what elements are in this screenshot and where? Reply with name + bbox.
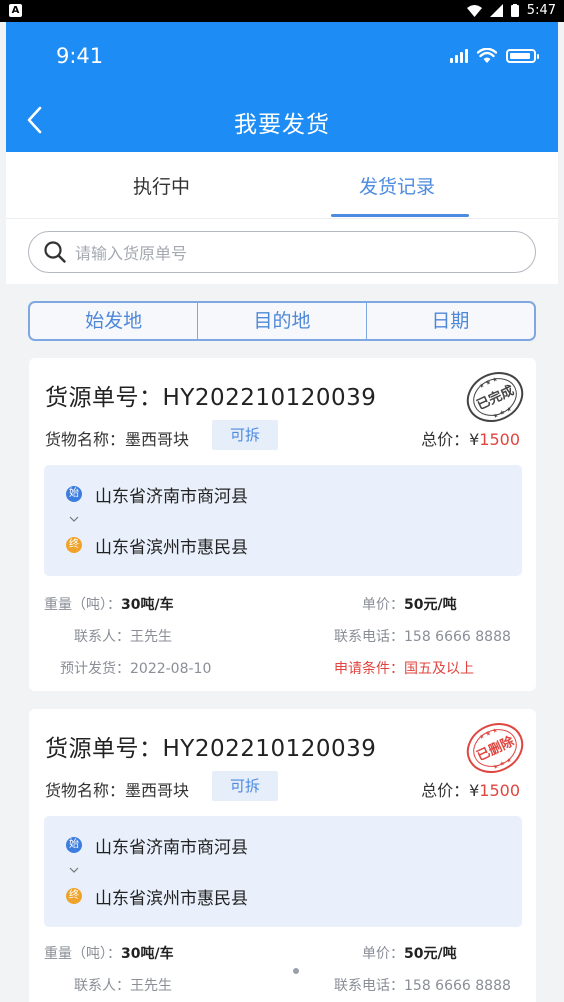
scroll-indicator [293, 968, 299, 974]
contact-phone[interactable]: 联系电话：158 6666 8888 [334, 975, 511, 995]
search-placeholder: 请输入货原单号 [75, 244, 188, 263]
page-title: 我要发货 [234, 112, 330, 138]
shipment-card[interactable]: 货源单号：HY202210120039 已删除 ★ ★ ★ ★ ★ ★ 货物名称… [29, 709, 536, 1002]
weight: 重量（吨）：30吨/车 [44, 597, 174, 613]
contact-person: 联系人：王先生 [74, 629, 172, 645]
destination-badge-icon: 终 [66, 888, 82, 904]
origin-badge-icon: 始 [66, 837, 82, 853]
wifi-icon [466, 4, 482, 17]
ios-clock: 9:41 [56, 44, 104, 68]
search-icon [44, 241, 66, 263]
android-clock: 5:47 [526, 3, 556, 18]
signal-icon [450, 49, 468, 63]
detachable-tag: 可拆 [212, 420, 278, 450]
estimated-shipping: 预计发货：2022-08-10 [60, 661, 212, 677]
battery-icon [510, 4, 519, 17]
goods-name: 货物名称：墨西哥块 [45, 430, 190, 449]
route-box: 始 山东省济南市商河县 终 山东省滨州市惠民县 [44, 465, 522, 576]
notification-app-icon: A [9, 4, 22, 17]
route-destination: 山东省滨州市惠民县 [95, 538, 248, 558]
route-destination: 山东省滨州市惠民县 [95, 889, 248, 909]
ios-status-icons [450, 48, 539, 63]
chevron-down-icon [69, 516, 79, 522]
cargo-number: 货源单号：HY202210120039 [45, 385, 377, 411]
tab-in-progress[interactable]: 执行中 [133, 172, 190, 199]
android-status-icons: 5:47 [466, 3, 556, 18]
cargo-number: 货源单号：HY202210120039 [45, 736, 377, 762]
weight: 重量（吨）：30吨/车 [44, 946, 174, 962]
deleted-stamp-icon: 已删除 ★ ★ ★ ★ ★ ★ [466, 723, 524, 773]
contact-phone[interactable]: 联系电话：158 6666 8888 [334, 626, 511, 646]
completed-stamp-icon: 已完成 ★ ★ ★ ★ ★ ★ [466, 372, 524, 422]
tab-bar: 执行中 发货记录 [6, 152, 558, 218]
total-price: 总价：¥1500 [421, 781, 520, 800]
apply-condition: 申请条件：国五及以上 [334, 661, 474, 677]
shipment-card[interactable]: 货源单号：HY202210120039 已完成 ★ ★ ★ ★ ★ ★ 货物名称… [29, 358, 536, 691]
route-box: 始 山东省济南市商河县 终 山东省滨州市惠民县 [44, 816, 522, 927]
detachable-tag: 可拆 [212, 771, 278, 801]
signal-icon [489, 4, 503, 17]
origin-badge-icon: 始 [66, 486, 82, 502]
active-tab-indicator [331, 214, 469, 217]
wifi-icon [477, 48, 497, 63]
unit-price: 单价：50元/吨 [362, 946, 457, 962]
search-area: 请输入货原单号 [6, 218, 558, 284]
chevron-down-icon [69, 867, 79, 873]
route-origin: 山东省济南市商河县 [95, 838, 248, 858]
android-status-bar: A 5:47 [0, 0, 564, 22]
filter-origin[interactable]: 始发地 [30, 303, 197, 339]
app-header: 9:41 我要发货 [6, 22, 558, 152]
tab-shipping-records[interactable]: 发货记录 [359, 172, 435, 199]
filter-date[interactable]: 日期 [365, 303, 534, 339]
route-origin: 山东省济南市商河县 [95, 487, 248, 507]
search-input[interactable]: 请输入货原单号 [28, 231, 536, 273]
unit-price: 单价：50元/吨 [362, 597, 457, 613]
goods-name: 货物名称：墨西哥块 [45, 781, 190, 800]
filter-segmented-control: 始发地 目的地 日期 [28, 301, 536, 341]
destination-badge-icon: 终 [66, 537, 82, 553]
total-price: 总价：¥1500 [421, 430, 520, 449]
battery-icon [506, 49, 539, 63]
contact-person: 联系人：王先生 [74, 978, 172, 994]
filter-destination[interactable]: 目的地 [197, 303, 365, 339]
